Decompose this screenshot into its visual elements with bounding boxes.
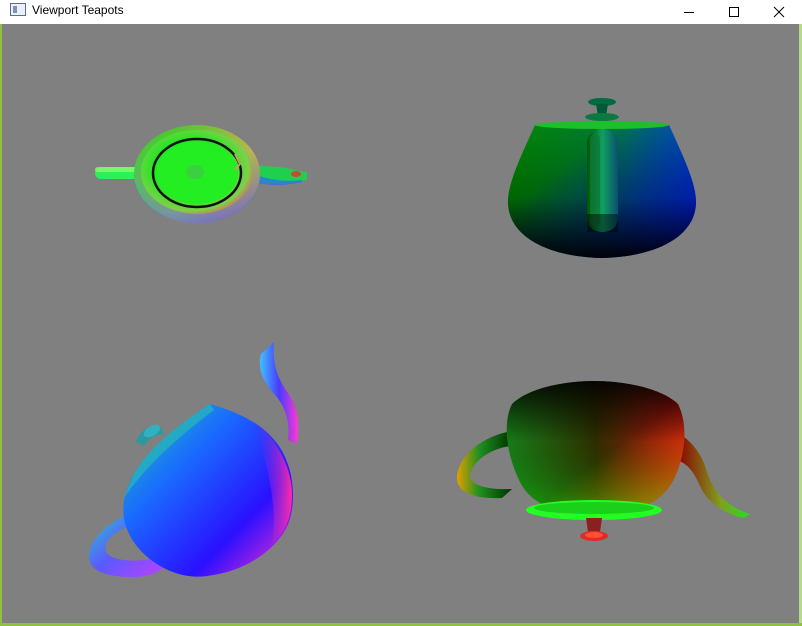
- teapot-scene: [88, 98, 750, 577]
- teapot-front-view: [507, 98, 697, 258]
- minimize-icon: [684, 12, 694, 13]
- teapot-top-view: [95, 125, 307, 223]
- minimize-button[interactable]: [666, 0, 712, 24]
- window-title: Viewport Teapots: [32, 3, 124, 17]
- teapot-bottom-view: [457, 381, 750, 541]
- close-button[interactable]: [756, 0, 802, 24]
- maximize-icon: [729, 7, 739, 17]
- app-window-icon: [10, 3, 26, 16]
- teapot-perspective-view: [88, 342, 299, 577]
- render-viewport[interactable]: [2, 24, 799, 623]
- maximize-button[interactable]: [711, 0, 757, 24]
- close-icon: [773, 6, 785, 18]
- title-bar: Viewport Teapots: [0, 0, 802, 24]
